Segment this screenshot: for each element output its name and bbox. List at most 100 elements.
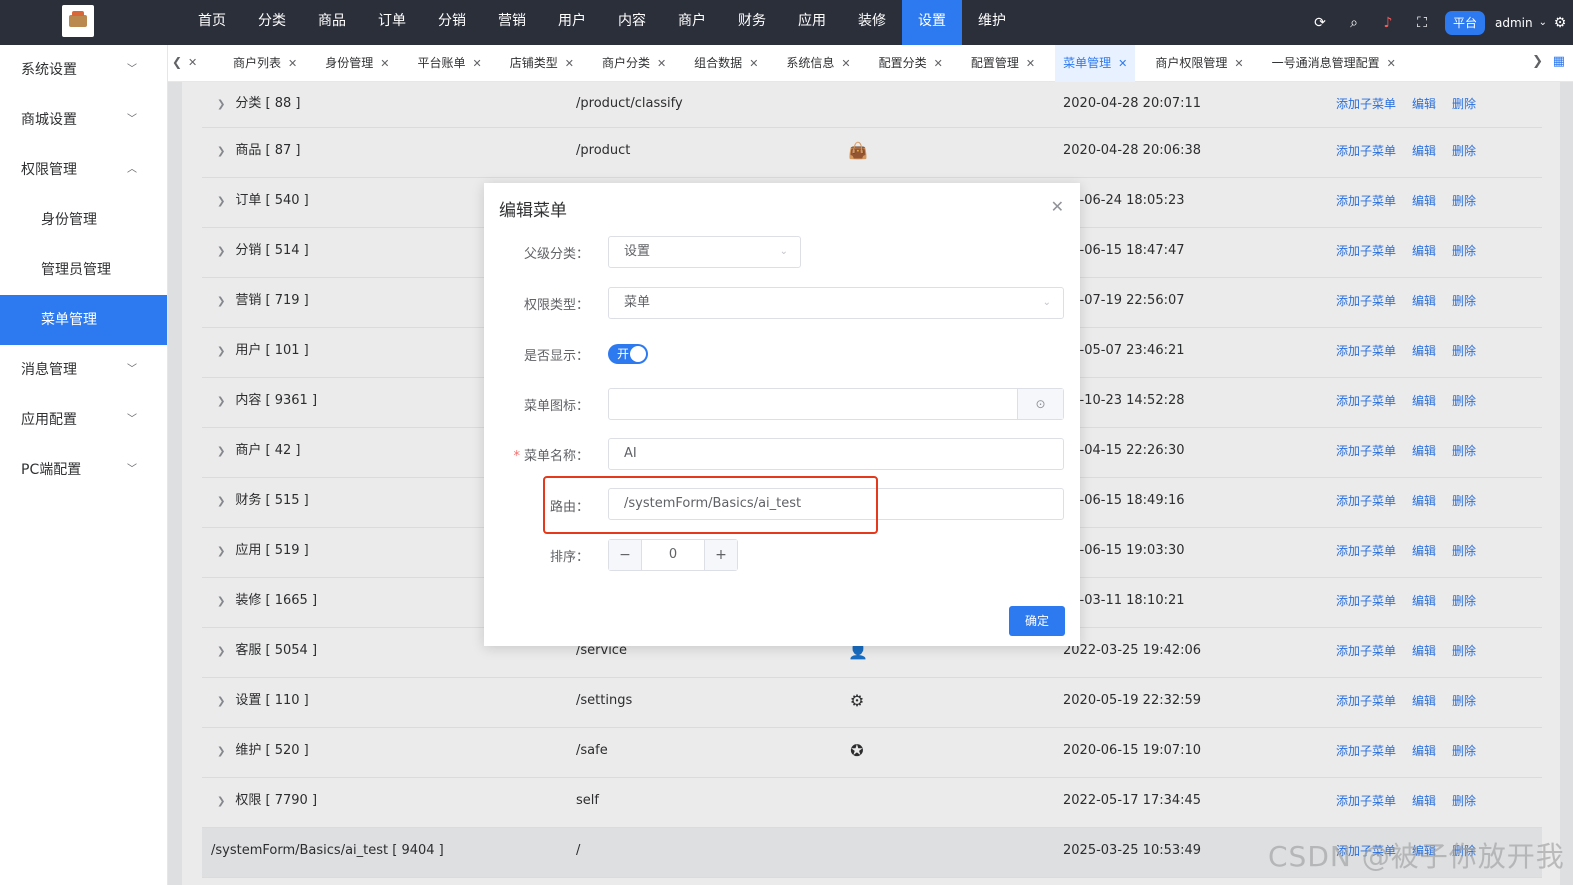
topnav-item[interactable]: 用户 xyxy=(542,0,602,45)
logo-icon xyxy=(69,11,87,27)
parent-value: 设置 xyxy=(624,244,651,259)
top-navbar: 首页 分类 商品 订单 分销 营销 用户 内容 商户 财务 应用 装修 设置 维护 ⟳ ⌕ ♪ ⛶ 平台 … xyxy=(0,0,1573,45)
search-icon[interactable]: ⌕ xyxy=(1337,15,1371,31)
sidebar-item[interactable]: 身份管理 xyxy=(0,195,167,245)
tab[interactable]: 系统信息 ✕ xyxy=(786,45,850,82)
sidebar-item[interactable]: 管理员管理 xyxy=(0,245,167,295)
refresh-icon[interactable]: ⟳ xyxy=(1303,15,1337,31)
sidebar-item[interactable]: 消息管理 ﹀ xyxy=(0,345,167,395)
decrease-button[interactable]: − xyxy=(609,540,641,570)
chevron-down-icon: ⌄ xyxy=(1042,297,1051,308)
close-icon[interactable]: ✕ xyxy=(749,57,758,70)
topnav-item[interactable]: 首页 xyxy=(182,0,242,45)
chevron-down-icon: ﹀ xyxy=(127,414,137,425)
sidebar-item[interactable]: 系统设置 ﹀ xyxy=(0,45,167,95)
tab[interactable]: 配置管理 ✕ xyxy=(971,45,1035,82)
icon-picker-icon[interactable]: ⊙ xyxy=(1017,389,1063,419)
close-icon[interactable]: ✕ xyxy=(841,57,850,70)
user-name[interactable]: admin xyxy=(1495,16,1533,30)
topnav-item[interactable]: 分销 xyxy=(422,0,482,45)
tab[interactable]: 菜单管理 ✕ xyxy=(1055,45,1136,82)
sidebar-item-label: PC端配置 xyxy=(21,462,82,478)
confirm-button[interactable]: 确定 xyxy=(1009,606,1065,636)
increase-button[interactable]: + xyxy=(705,540,737,570)
sidebar-item[interactable]: 权限管理 ︿ xyxy=(0,145,167,195)
type-label: 权限类型： xyxy=(523,298,589,313)
tab[interactable]: 配置分类 ✕ xyxy=(879,45,943,82)
chevron-down-icon[interactable]: ⌄ xyxy=(1539,17,1547,28)
tab[interactable]: 平台账单 ✕ xyxy=(417,45,481,82)
tab[interactable]: 商户权限管理 ✕ xyxy=(1155,45,1243,82)
close-icon[interactable]: ✕ xyxy=(472,57,481,70)
topnav-item[interactable]: 财务 xyxy=(722,0,782,45)
sidebar-item[interactable]: PC端配置 ﹀ xyxy=(0,445,167,495)
chevron-down-icon: ⌄ xyxy=(779,246,788,257)
grid-icon[interactable]: ▦ xyxy=(1553,54,1565,69)
parent-select[interactable]: 设置 ⌄ xyxy=(608,236,801,268)
close-icon[interactable]: ✕ xyxy=(565,57,574,70)
tab-label: 组合数据 xyxy=(694,56,743,70)
tab[interactable]: 组合数据 ✕ xyxy=(694,45,758,82)
close-icon[interactable]: ✕ xyxy=(1051,197,1064,216)
sidebar-item-label: 消息管理 xyxy=(21,362,77,378)
sort-label: 排序： xyxy=(549,550,589,565)
required-mark: * xyxy=(513,449,520,464)
tab-label: 配置管理 xyxy=(970,56,1019,70)
tab[interactable]: 商户分类 ✕ xyxy=(602,45,666,82)
watermark: CSDN @被子你放开我 xyxy=(1268,840,1565,873)
name-input[interactable]: AI xyxy=(608,438,1064,470)
top-menu: 首页 分类 商品 订单 分销 营销 用户 内容 商户 财务 应用 装修 设置 维护 xyxy=(182,0,1022,45)
tab-label: 平台账单 xyxy=(417,56,466,70)
sidebar-item-label: 应用配置 xyxy=(21,412,77,428)
topnav-item[interactable]: 商户 xyxy=(662,0,722,45)
topnav-item[interactable]: 内容 xyxy=(602,0,662,45)
close-icon[interactable]: ✕ xyxy=(288,57,297,70)
sidebar-item-label: 权限管理 xyxy=(21,162,77,178)
close-icon[interactable]: ✕ xyxy=(934,57,943,70)
close-icon[interactable]: ✕ xyxy=(657,57,666,70)
topnav-item[interactable]: 装修 xyxy=(842,0,902,45)
fullscreen-icon[interactable]: ⛶ xyxy=(1405,15,1439,31)
logo[interactable] xyxy=(62,5,94,37)
topnav-item[interactable]: 营销 xyxy=(482,0,542,45)
sidebar-item[interactable]: 菜单管理 xyxy=(0,295,167,345)
tab[interactable]: 一号通消息管理配置 ✕ xyxy=(1272,45,1396,82)
tab[interactable]: 店铺类型 ✕ xyxy=(510,45,574,82)
type-select[interactable]: 菜单 ⌄ xyxy=(608,287,1064,319)
tabs-next-icon[interactable]: ❯ xyxy=(1532,54,1543,69)
chevron-up-icon: ︿ xyxy=(127,164,137,175)
show-toggle[interactable]: 开 xyxy=(608,344,648,364)
tab[interactable]: 商户列表 ✕ xyxy=(233,45,297,82)
tab[interactable]: 身份管理 ✕ xyxy=(325,45,389,82)
platform-badge[interactable]: 平台 xyxy=(1444,10,1485,35)
sidebar-item[interactable]: 应用配置 ﹀ xyxy=(0,395,167,445)
bell-icon[interactable]: ♪ xyxy=(1371,15,1405,31)
toggle-text: 开 xyxy=(617,347,630,361)
topnav-item[interactable]: 订单 xyxy=(362,0,422,45)
settings-icon[interactable]: ⚙ xyxy=(1547,15,1573,31)
close-icon[interactable]: ✕ xyxy=(380,57,389,70)
chevron-down-icon: ﹀ xyxy=(127,64,137,75)
topnav-item[interactable]: 商品 xyxy=(302,0,362,45)
sidebar-item-label: 管理员管理 xyxy=(41,262,111,278)
sidebar-item[interactable]: 商城设置 ﹀ xyxy=(0,95,167,145)
sort-stepper: − 0 + xyxy=(608,539,738,571)
route-highlight-box xyxy=(543,476,878,534)
name-value: AI xyxy=(624,446,637,461)
close-icon[interactable]: ✕ xyxy=(1026,57,1035,70)
sidebar-item-label: 系统设置 xyxy=(21,62,77,78)
name-label-text: 菜单名称： xyxy=(523,449,589,464)
tabs-prev-icon[interactable]: ❮ xyxy=(172,55,182,69)
icon-input[interactable]: ⊙ xyxy=(608,388,1064,420)
topnav-item[interactable]: 维护 xyxy=(962,0,1022,45)
close-all-tabs-icon[interactable]: ✕ xyxy=(188,56,197,69)
topnav-item[interactable]: 设置 xyxy=(902,0,962,45)
close-icon[interactable]: ✕ xyxy=(1234,57,1243,70)
topnav-item[interactable]: 应用 xyxy=(782,0,842,45)
close-icon[interactable]: ✕ xyxy=(1387,57,1396,70)
topnav-item[interactable]: 分类 xyxy=(242,0,302,45)
icon-label: 菜单图标： xyxy=(523,399,589,414)
sort-value[interactable]: 0 xyxy=(641,540,705,570)
close-icon[interactable]: ✕ xyxy=(1118,57,1127,70)
tab-label: 商户分类 xyxy=(601,56,650,70)
